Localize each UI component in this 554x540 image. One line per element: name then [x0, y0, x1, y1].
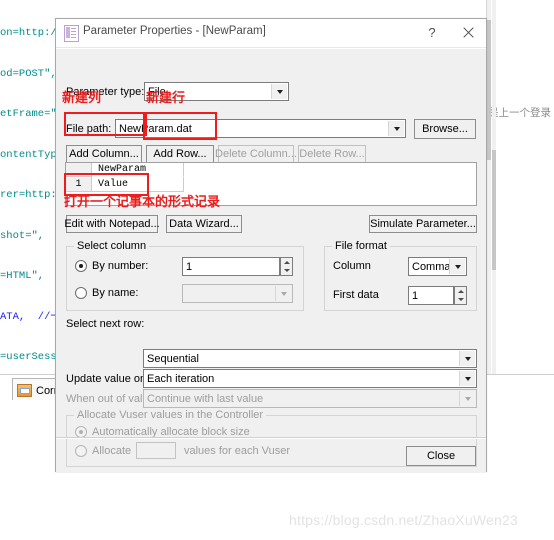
- editor-vertical-scrollbar-secondary[interactable]: [492, 0, 496, 378]
- dialog-title-bar[interactable]: Parameter Properties - [NewParam] ?: [56, 19, 486, 48]
- code-line: ontentTyp: [0, 148, 56, 161]
- file-format-column-value: Comma: [412, 261, 451, 273]
- allocate-values-suffix-label: values for each Vuser: [184, 445, 290, 457]
- when-out-of-values-combo[interactable]: Continue with last value: [143, 389, 477, 408]
- file-path-label: File path:: [66, 123, 112, 135]
- allocate-group-title: Allocate Vuser values in the Controller: [74, 409, 267, 421]
- grid-row-number[interactable]: 1: [66, 177, 92, 192]
- chevron-down-icon: [459, 351, 475, 366]
- add-row-button[interactable]: Add Row...: [146, 145, 214, 163]
- footer-separator: [56, 437, 486, 439]
- file-path-combo[interactable]: NewParam.dat: [115, 119, 406, 138]
- chevron-down-icon: [459, 371, 475, 386]
- update-value-on-value: Each iteration: [147, 373, 215, 385]
- by-name-radio[interactable]: [75, 287, 87, 299]
- chevron-down-icon: [275, 286, 291, 301]
- code-line: 是上一个登录: [488, 108, 551, 120]
- by-name-label: By name:: [92, 287, 139, 299]
- chevron-down-icon: [388, 121, 404, 136]
- select-next-row-combo[interactable]: Sequential: [143, 349, 477, 368]
- by-number-spinner[interactable]: [280, 257, 293, 276]
- close-button[interactable]: [450, 19, 486, 46]
- code-line: =HTML",: [0, 270, 45, 282]
- code-line: on=http://127.0.: [0, 27, 56, 39]
- select-next-row-label: Select next row:: [66, 318, 145, 330]
- scrollbar-thumb[interactable]: [492, 150, 496, 270]
- spinner-down-icon[interactable]: [281, 267, 292, 276]
- code-line: etFrame=": [0, 108, 56, 120]
- code-line: ATA, //一: [0, 310, 56, 323]
- select-column-title: Select column: [74, 240, 150, 252]
- grid-cell[interactable]: Value: [92, 177, 184, 192]
- select-next-row-value: Sequential: [147, 353, 199, 365]
- help-button[interactable]: ?: [414, 19, 450, 46]
- parameter-type-label: Parameter type:: [66, 86, 145, 98]
- dialog-body: Parameter type: File File path: NewParam…: [56, 48, 486, 473]
- manual-allocate-label: Allocate: [92, 445, 132, 457]
- grid-header-filler: [184, 163, 476, 177]
- delete-column-button: Delete Column...: [215, 145, 297, 163]
- dialog-title: Parameter Properties - [NewParam]: [83, 25, 266, 37]
- manual-allocate-radio: [75, 445, 87, 457]
- parameter-type-value: File: [148, 86, 166, 98]
- spinner-down-icon[interactable]: [455, 296, 466, 305]
- watermark-text: https://blog.csdn.net/ZhaoXuWen23: [289, 512, 518, 528]
- chevron-down-icon: [459, 391, 475, 406]
- scrollbar-thumb[interactable]: [487, 20, 491, 160]
- file-format-title: File format: [332, 240, 390, 252]
- chevron-down-icon: [449, 259, 465, 274]
- close-icon: [462, 27, 474, 38]
- document-icon: [64, 25, 79, 42]
- allocate-values-input: [136, 442, 176, 459]
- parameter-type-combo[interactable]: File: [144, 82, 289, 101]
- parameter-data-grid[interactable]: NewParam 1 Value: [65, 162, 477, 206]
- file-path-value: NewParam.dat: [119, 123, 192, 135]
- code-line: od=POST",: [0, 67, 56, 80]
- file-format-first-data-label: First data: [333, 289, 379, 301]
- update-value-on-label: Update value on:: [66, 373, 150, 385]
- spinner-up-icon[interactable]: [455, 287, 466, 296]
- by-name-combo[interactable]: [182, 284, 293, 303]
- code-text-pane[interactable]: on=http://127.0. od=POST", etFrame=" ont…: [0, 0, 56, 378]
- file-format-column-combo[interactable]: Comma: [408, 257, 467, 276]
- file-format-column-label: Column: [333, 260, 371, 272]
- browse-button[interactable]: Browse...: [414, 119, 476, 139]
- grid-corner-cell[interactable]: [66, 163, 92, 177]
- spinner-up-icon[interactable]: [281, 258, 292, 267]
- code-text-pane-right[interactable]: 是上一个登录 巴username参: [488, 0, 554, 378]
- data-wizard-button[interactable]: Data Wizard...: [166, 215, 242, 233]
- code-line: shot=",: [0, 229, 45, 242]
- code-line: rer=http:: [0, 189, 56, 201]
- first-data-spinner[interactable]: [454, 286, 467, 305]
- parameter-properties-dialog: Parameter Properties - [NewParam] ? Para…: [55, 18, 487, 473]
- first-data-input[interactable]: 1: [408, 286, 454, 305]
- chevron-down-icon: [271, 84, 287, 99]
- by-number-radio[interactable]: [75, 260, 87, 272]
- by-number-label: By number:: [92, 260, 149, 272]
- edit-with-notepad-button[interactable]: Edit with Notepad...: [64, 215, 160, 233]
- add-column-button[interactable]: Add Column...: [66, 145, 142, 163]
- code-line: =userSess: [0, 351, 56, 363]
- grid-column-header[interactable]: NewParam: [92, 163, 184, 177]
- close-dialog-button[interactable]: Close: [406, 446, 476, 466]
- table-icon: [17, 384, 32, 397]
- update-value-on-combo[interactable]: Each iteration: [143, 369, 477, 388]
- by-number-input[interactable]: 1: [182, 257, 280, 276]
- delete-row-button: Delete Row...: [298, 145, 366, 163]
- simulate-parameter-button[interactable]: Simulate Parameter...: [369, 215, 477, 233]
- when-out-of-values-value: Continue with last value: [147, 393, 264, 405]
